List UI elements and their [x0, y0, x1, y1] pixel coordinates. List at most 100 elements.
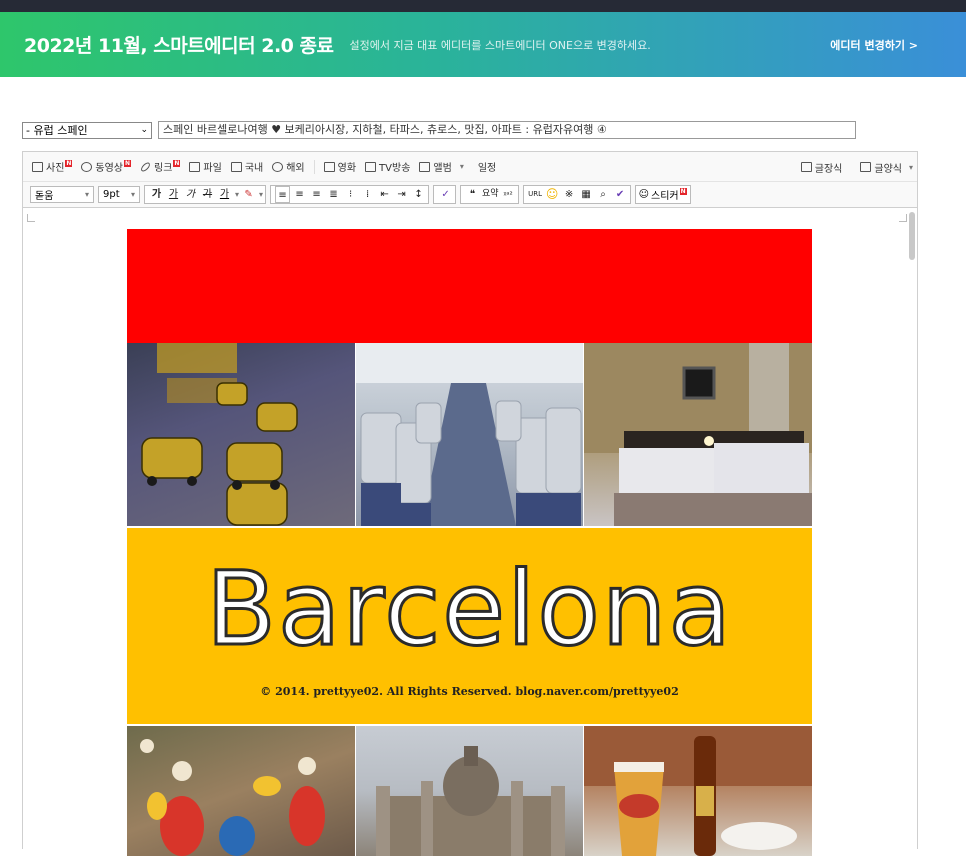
outdent-icon[interactable]: ⇤: [377, 186, 392, 203]
text-decoration-button[interactable]: 글장식: [800, 160, 843, 175]
tv-icon: [365, 161, 377, 172]
post-title-input[interactable]: 스페인 바르셀로나여행 ♥ 보케리아시장, 지하철, 타파스, 츄로스, 맛집,…: [158, 121, 856, 139]
toolbar-video-label: 동영상: [95, 163, 124, 174]
italic-button[interactable]: 가: [183, 186, 198, 203]
corner-mark: [899, 214, 907, 222]
spellcheck-group: ✓: [433, 185, 457, 204]
toolbar-photo-button[interactable]: 사진 N: [32, 159, 73, 174]
post-image-collage[interactable]: Barcelona © 2014. prettyye02. All Rights…: [127, 229, 813, 856]
new-badge: N: [65, 160, 73, 167]
ordered-list-icon[interactable]: ⁝: [343, 186, 358, 203]
barcelona-title: Barcelona: [205, 549, 733, 671]
search-icon[interactable]: ⌕: [596, 186, 611, 203]
toolbar-file-button[interactable]: 파일: [189, 159, 222, 174]
toolbar-domestic-button[interactable]: 국내: [230, 159, 264, 174]
editor-canvas[interactable]: Barcelona © 2014. prettyye02. All Rights…: [23, 210, 917, 856]
font-size-value: 9pt: [103, 189, 120, 200]
font-family-select[interactable]: 돋움 ▾: [30, 186, 94, 203]
toolbar-photo-label: 사진: [46, 163, 65, 174]
text-template-button[interactable]: 글양식: [860, 160, 902, 175]
quote-button[interactable]: ❝: [465, 186, 480, 203]
change-editor-link[interactable]: 에디터 변경하기 >: [830, 37, 918, 53]
play-icon: [81, 161, 93, 172]
file-icon: [189, 161, 201, 172]
copyright-text: © 2014. prettyye02. All Rights Reserved.…: [260, 685, 679, 698]
red-banner: [127, 229, 812, 343]
align-left-icon[interactable]: ≡: [275, 186, 291, 203]
smart-editor: 사진 N 동영상 N 링크 N 파일 국내 해외 영화 TV방송 앨범 ▾ 일정…: [22, 151, 918, 856]
sticker-button[interactable]: ☺ 스티커 N: [634, 185, 691, 204]
summary-button[interactable]: 요약: [482, 186, 499, 203]
toolbar-schedule-label: 일정: [477, 163, 497, 174]
indent-icon[interactable]: ⇥: [394, 186, 409, 203]
new-badge: N: [679, 188, 687, 195]
chevron-down-icon[interactable]: ▾: [909, 163, 913, 172]
text-style-group: 가 가 가 가 가 ▾ ✎ ▾: [144, 185, 267, 204]
emoticon-icon[interactable]: ☺: [545, 186, 560, 203]
camera-icon: [32, 161, 43, 172]
corner-mark: [27, 214, 35, 222]
chevron-down-icon[interactable]: ▾: [460, 162, 464, 171]
special-char-icon[interactable]: ※: [562, 186, 577, 203]
estrella-beer-photo: [584, 726, 813, 856]
strike-button[interactable]: 가: [200, 186, 215, 203]
category-value: - 유럽 스페인: [26, 123, 88, 137]
insert-toolbar: 사진 N 동영상 N 링크 N 파일 국내 해외 영화 TV방송 앨범 ▾ 일정…: [23, 152, 917, 182]
font-size-select[interactable]: 9pt ▾: [98, 186, 140, 203]
superscript-button[interactable]: ᵡᵃ²: [501, 186, 516, 203]
align-right-icon[interactable]: ≡: [309, 186, 324, 203]
top-nav-bar: [0, 0, 966, 12]
toolbar-divider: [313, 159, 315, 174]
template-icon: [860, 162, 872, 172]
format-toolbar: 돋움 ▾ 9pt ▾ 가 가 가 가 가 ▾ ✎ ▾ ≡ ≡ ≡ ≣ ⁝ ⁞ ⇤…: [23, 182, 917, 208]
flamenco-dolls-photo: [127, 726, 355, 856]
banner-subtitle: 설정에서 지금 대표 에디터를 스마트에디터 ONE으로 변경하세요.: [349, 38, 651, 52]
map-icon: [230, 161, 242, 172]
highlight-icon[interactable]: ✎: [241, 186, 256, 203]
post-subject-row: - 유럽 스페인 ⌄ 스페인 바르셀로나여행 ♥ 보케리아시장, 지하철, 타파…: [22, 121, 856, 139]
toolbar-overseas-label: 해외: [286, 163, 305, 174]
toy-taxi-photo: [127, 343, 355, 526]
insert-group: ❝ 요약 ᵡᵃ²: [460, 185, 519, 204]
toolbar-tv-button[interactable]: TV방송: [365, 159, 410, 174]
film-icon: [323, 161, 335, 172]
chevron-down-icon: ⌄: [140, 124, 148, 135]
line-height-icon[interactable]: ↕: [411, 186, 426, 203]
align-center-icon[interactable]: ≡: [292, 186, 307, 203]
spellcheck-icon[interactable]: ✓: [438, 186, 453, 203]
spell-icon[interactable]: ✔: [613, 186, 628, 203]
airplane-cabin-photo: [355, 343, 584, 526]
chevron-down-icon: ▾: [84, 190, 89, 199]
toolbar-overseas-button[interactable]: 해외: [272, 159, 305, 174]
toolbar-video-button[interactable]: 동영상 N: [81, 159, 132, 174]
underline-button[interactable]: 가: [166, 186, 181, 203]
chevron-down-icon[interactable]: ▾: [259, 190, 263, 199]
category-select[interactable]: - 유럽 스페인 ⌄: [22, 121, 152, 139]
table-icon[interactable]: ▦: [579, 186, 594, 203]
toolbar-album-button[interactable]: 앨범: [419, 159, 452, 174]
url-button[interactable]: URL: [528, 186, 543, 203]
font-family-value: 돋움: [35, 191, 54, 202]
hotel-room-photo: [584, 343, 813, 526]
bold-button[interactable]: 가: [149, 186, 164, 203]
photo-row-bottom: [127, 726, 813, 856]
editor-notice-banner: 2022년 11월, 스마트에디터 2.0 종료 설정에서 지금 대표 에디터를…: [0, 12, 966, 77]
toolbar-link-button[interactable]: 링크 N: [139, 159, 181, 174]
chevron-down-icon[interactable]: ▾: [235, 190, 239, 199]
toolbar-movie-label: 영화: [337, 163, 357, 174]
text-color-button[interactable]: 가: [217, 186, 232, 203]
toolbar-movie-button[interactable]: 영화: [323, 159, 357, 174]
toolbar-tv-label: TV방송: [379, 163, 411, 174]
bullet-list-icon[interactable]: ⁞: [360, 186, 375, 203]
media-group: URL ☺ ※ ▦ ⌕ ✔: [522, 185, 631, 204]
scrollbar-thumb[interactable]: [909, 212, 915, 260]
toolbar-album-label: 앨범: [433, 163, 452, 174]
barcelona-title-band: Barcelona © 2014. prettyye02. All Rights…: [127, 526, 812, 726]
toolbar-right-group: 글장식 글양식 ▾: [800, 152, 917, 182]
toolbar-schedule-button[interactable]: 일정: [478, 159, 496, 174]
toolbar-domestic-label: 국내: [244, 163, 264, 174]
text-decoration-label: 글장식: [814, 163, 843, 175]
text-template-label: 글양식: [874, 163, 902, 175]
align-justify-icon[interactable]: ≣: [326, 186, 341, 203]
pencil-icon: [800, 162, 812, 172]
